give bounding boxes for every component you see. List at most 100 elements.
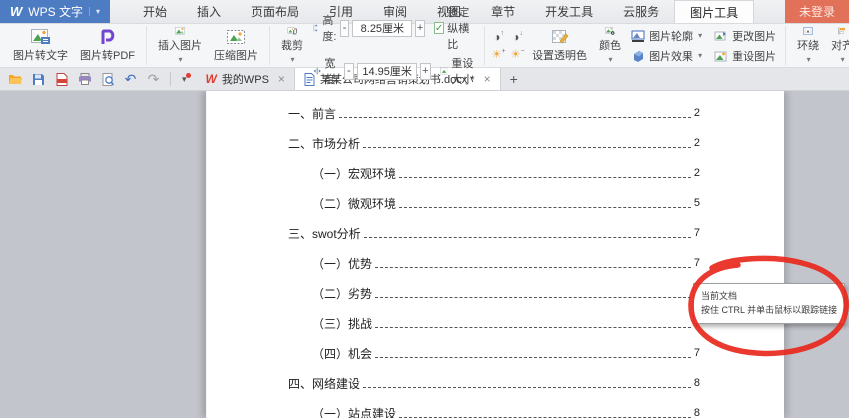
crop-button[interactable]: 裁剪 (275, 26, 309, 65)
wps-app-menu-button[interactable]: W WPS 文字 ▾ (0, 0, 110, 23)
picture-outline-button[interactable]: 图片轮廓 (627, 27, 706, 45)
toc-title: （四）机会 (312, 345, 372, 362)
size-fields: 高度: - + 锁定纵横比 宽度: - + 重设大小 (313, 26, 479, 65)
toc-entry[interactable]: 一、前言2 (288, 98, 700, 128)
width-increase-button[interactable]: + (420, 63, 430, 80)
height-label: 高度: (322, 12, 336, 44)
tab-cloud[interactable]: 云服务 (608, 0, 674, 23)
reset-size-button[interactable]: 重设大小 (440, 55, 480, 87)
insert-picture-button[interactable]: 插入图片 (152, 26, 208, 65)
login-button[interactable]: 未登录 (785, 0, 849, 23)
print-preview-button[interactable] (99, 71, 116, 88)
print-preview-icon (102, 73, 114, 86)
toc-page-number: 8 (694, 407, 700, 418)
align-icon (834, 27, 849, 35)
increase-contrast-button[interactable]: ◑↑ (490, 29, 507, 45)
close-tab-icon[interactable] (278, 72, 285, 86)
save-button[interactable] (30, 71, 47, 88)
toc-entry[interactable]: （四）机会7 (288, 338, 700, 368)
dot-leader (399, 417, 691, 418)
set-transparent-color-button[interactable]: 设置透明色 (526, 26, 593, 65)
export-pdf-button[interactable] (53, 71, 70, 88)
toc-entry[interactable]: （一）优势7 (288, 248, 700, 278)
width-input[interactable] (357, 63, 417, 80)
wrap-text-label: 环绕 (797, 37, 819, 53)
tab-insert[interactable]: 插入 (182, 0, 236, 23)
toc-entry[interactable]: （三）挑战7 (288, 308, 700, 338)
image-to-pdf-button[interactable]: 图片转PDF (74, 26, 141, 65)
change-picture-button[interactable]: 更改图片 (710, 27, 780, 45)
dot-leader (375, 327, 691, 328)
toc-entry[interactable]: （二）劣势7 (288, 278, 700, 308)
toc-entry[interactable]: 二、市场分析2 (288, 128, 700, 158)
dot-leader (363, 147, 691, 148)
reset-size-icon (440, 65, 449, 77)
color-button[interactable]: 颜色 (593, 26, 627, 65)
hyperlink-tooltip: 当前文档 按住 CTRL 并单击鼠标以跟踪链接 (693, 283, 845, 324)
tooltip-line1: 当前文档 (701, 289, 837, 303)
crop-label: 裁剪 (281, 37, 303, 53)
tab-my-wps[interactable]: W 我的WPS (197, 68, 294, 90)
tab-page-layout[interactable]: 页面布局 (236, 0, 314, 23)
increase-brightness-button[interactable]: ☀+ (490, 47, 507, 63)
height-decrease-button[interactable]: - (340, 20, 350, 37)
width-icon (313, 65, 321, 77)
height-input[interactable] (352, 20, 412, 37)
dot-leader (399, 177, 691, 178)
toc-entry[interactable]: （二）微观环境 5 (288, 188, 700, 218)
toc-page-number: 2 (694, 107, 700, 119)
picture-effects-button[interactable]: 图片效果 (627, 47, 706, 65)
height-increase-button[interactable]: + (415, 20, 425, 37)
align-button[interactable]: 对齐 (825, 26, 849, 65)
app-title: WPS 文字 (28, 3, 83, 20)
toc-entry[interactable]: 三、swot分析7 (288, 218, 700, 248)
tab-home[interactable]: 开始 (128, 0, 182, 23)
tab-section[interactable]: 章节 (476, 0, 530, 23)
close-document-icon[interactable] (484, 72, 491, 86)
tab-developer[interactable]: 开发工具 (530, 0, 608, 23)
wrap-text-button[interactable]: 环绕 (791, 26, 825, 65)
lock-aspect-checkbox[interactable] (434, 22, 444, 34)
decrease-contrast-button[interactable]: ◑↓ (509, 29, 526, 45)
undo-button[interactable]: ↶ (122, 71, 139, 88)
ribbon-group-convert: 图片转文字 图片转PDF (2, 26, 147, 65)
redo-button[interactable]: ↷ (145, 71, 162, 88)
customize-toolbar-button[interactable]: ▾ (179, 74, 190, 85)
open-file-button[interactable] (7, 71, 24, 88)
quick-access-toolbar: ↶ ↷ ▾ (0, 68, 197, 90)
lock-aspect-label: 锁定纵横比 (447, 4, 479, 52)
toc-page-number: 2 (694, 137, 700, 149)
new-tab-button[interactable] (501, 68, 527, 90)
toc-page-number: 7 (694, 227, 700, 239)
tab-picture-tools[interactable]: 图片工具 (674, 0, 754, 23)
insert-picture-label: 插入图片 (158, 37, 202, 53)
toc-title: （二）微观环境 (312, 195, 396, 212)
table-of-contents: 一、前言2 二、市场分析2 （一）宏观环境2 （二）微观环境 5 三、swot分析… (207, 91, 784, 418)
picture-effects-icon (631, 50, 645, 62)
compress-picture-button[interactable]: 压缩图片 (208, 26, 264, 65)
increase-contrast-icon: ◑↑ (493, 30, 504, 44)
decrease-brightness-button[interactable]: ☀− (509, 47, 526, 63)
insert-picture-icon (170, 27, 190, 35)
wps-writer-window: { "app": { "name": "WPS 文字", "login": "未… (0, 0, 849, 418)
align-label: 对齐 (831, 37, 849, 53)
image-to-text-icon (31, 29, 51, 45)
image-to-text-button[interactable]: 图片转文字 (7, 26, 74, 65)
toc-page-number: 5 (694, 197, 700, 209)
toc-entry[interactable]: 四、网络建设8 (288, 368, 700, 398)
toc-entry[interactable]: （一）站点建设8 (288, 398, 700, 418)
width-field-row: 宽度: - + 重设大小 (313, 55, 479, 87)
change-reset-column: 更改图片 重设图片 (710, 26, 780, 65)
width-label: 宽度: (324, 55, 340, 87)
ribbon-group-size: 裁剪 高度: - + 锁定纵横比 宽度: - + 重设大小 (270, 26, 485, 65)
print-button[interactable] (76, 71, 93, 88)
dot-leader (363, 387, 691, 388)
reset-picture-button[interactable]: 重设图片 (710, 47, 780, 65)
toc-title: （二）劣势 (312, 285, 372, 302)
toc-title: （一）优势 (312, 255, 372, 272)
save-icon (32, 73, 45, 86)
reset-size-label: 重设大小 (451, 55, 479, 87)
width-decrease-button[interactable]: - (344, 63, 354, 80)
reset-picture-label: 重设图片 (732, 48, 776, 64)
toc-entry[interactable]: （一）宏观环境2 (288, 158, 700, 188)
